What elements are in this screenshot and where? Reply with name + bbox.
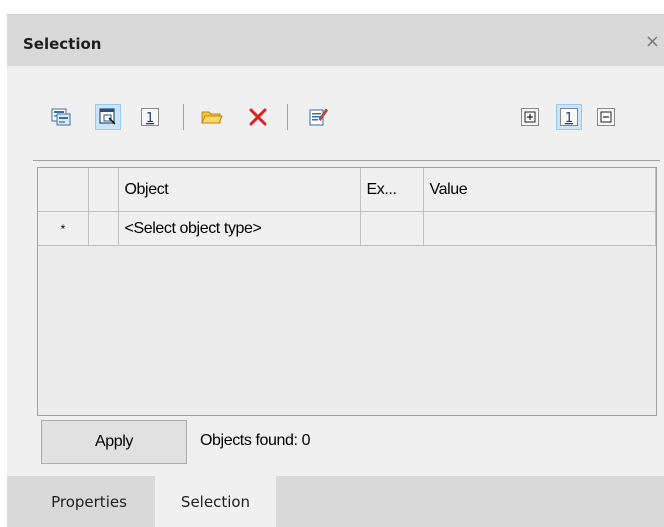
svg-text:1: 1 bbox=[565, 111, 573, 126]
edit-properties-icon bbox=[309, 108, 328, 126]
toolbar-divider bbox=[33, 160, 660, 161]
select-objects-icon bbox=[51, 108, 71, 126]
collapse-all-button[interactable] bbox=[593, 104, 619, 130]
delete-icon bbox=[249, 108, 267, 126]
selection-panel: Selection × 1 1 Object Ex... Value * <Se… bbox=[7, 14, 664, 527]
select-one-button[interactable]: 1 bbox=[137, 104, 163, 130]
apply-button[interactable]: Apply bbox=[41, 420, 187, 464]
value-cell[interactable] bbox=[423, 211, 656, 246]
row-check-cell[interactable] bbox=[88, 211, 119, 246]
grid-table: Object Ex... Value * <Select object type… bbox=[38, 168, 656, 246]
single-level-button[interactable]: 1 bbox=[556, 104, 582, 130]
column-header-object[interactable]: Object bbox=[118, 168, 361, 212]
delete-button[interactable] bbox=[245, 104, 271, 130]
title-bar: Selection × bbox=[7, 14, 664, 66]
tab-properties[interactable]: Properties bbox=[25, 476, 153, 527]
select-objects-button[interactable] bbox=[48, 104, 74, 130]
expand-all-button[interactable] bbox=[517, 104, 543, 130]
panel-title: Selection bbox=[23, 35, 102, 53]
column-header-value[interactable]: Value bbox=[423, 168, 656, 212]
expand-icon bbox=[521, 108, 539, 126]
open-folder-button[interactable] bbox=[199, 104, 225, 130]
collapse-icon bbox=[597, 108, 615, 126]
ex-cell[interactable] bbox=[360, 211, 424, 246]
toolbar: 1 1 bbox=[7, 66, 664, 166]
edit-properties-button[interactable] bbox=[305, 104, 331, 130]
single-level-icon: 1 bbox=[560, 108, 578, 126]
objects-found-label: Objects found: 0 bbox=[200, 432, 311, 449]
tab-bar: Properties Selection bbox=[7, 476, 664, 527]
row-marker: * bbox=[38, 211, 89, 246]
tab-selection[interactable]: Selection bbox=[155, 476, 276, 527]
toolbar-separator bbox=[183, 104, 184, 130]
select-window-button[interactable] bbox=[95, 104, 121, 130]
column-header-ex[interactable]: Ex... bbox=[360, 168, 424, 212]
grid-header-row: Object Ex... Value bbox=[38, 168, 656, 212]
svg-text:1: 1 bbox=[146, 111, 154, 126]
column-header-check bbox=[88, 168, 119, 212]
select-one-icon: 1 bbox=[141, 108, 159, 126]
close-icon[interactable]: × bbox=[645, 31, 660, 52]
toolbar-separator bbox=[287, 104, 288, 130]
column-header-indicator bbox=[38, 168, 89, 212]
selection-grid[interactable]: Object Ex... Value * <Select object type… bbox=[37, 167, 657, 416]
select-window-icon bbox=[99, 108, 116, 125]
open-folder-icon bbox=[201, 111, 223, 124]
object-cell[interactable]: <Select object type> bbox=[118, 211, 361, 246]
table-row[interactable]: * <Select object type> bbox=[38, 211, 656, 246]
